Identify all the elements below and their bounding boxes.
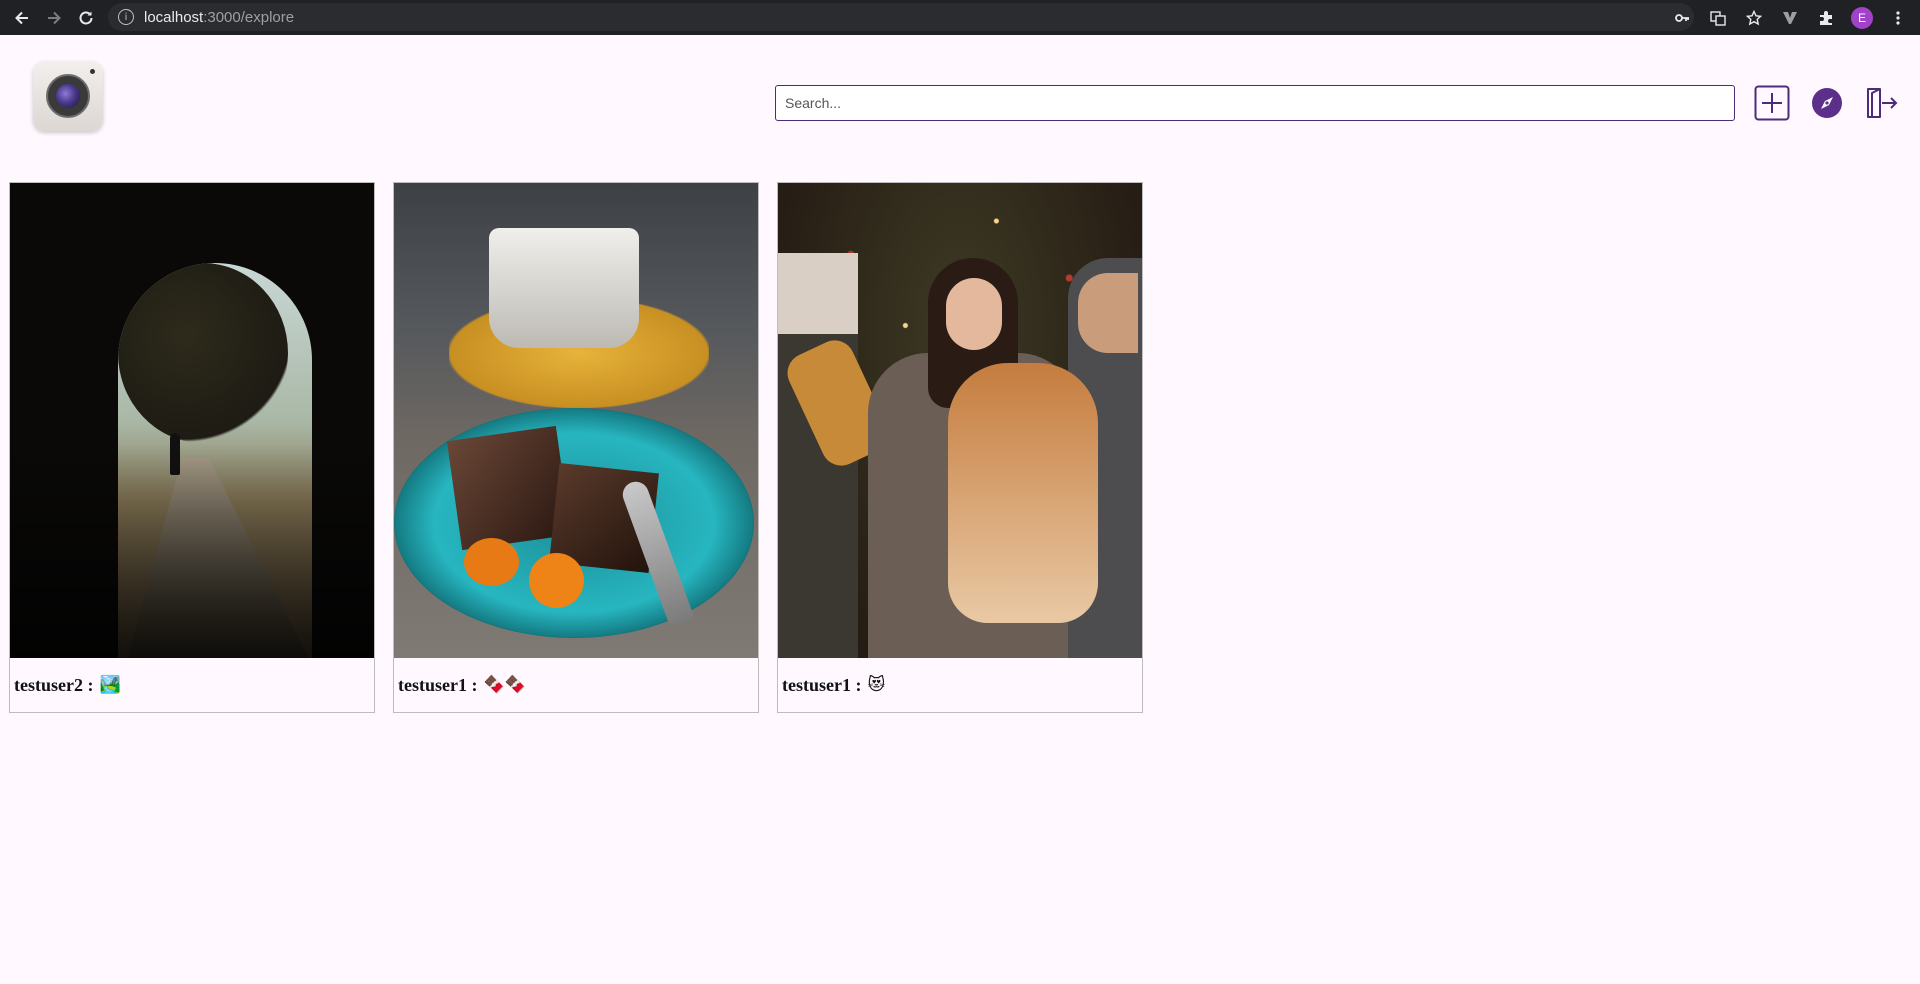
extensions-puzzle-icon[interactable] xyxy=(1810,2,1842,34)
post-card[interactable]: testuser2 : 🏞️ xyxy=(9,182,375,713)
post-username[interactable]: testuser1 xyxy=(782,675,851,696)
back-icon[interactable] xyxy=(6,2,38,34)
reload-icon[interactable] xyxy=(70,2,102,34)
search-input[interactable] xyxy=(775,85,1735,121)
profile-initial: E xyxy=(1851,6,1873,29)
post-caption: testuser1 : 🍫🍫 xyxy=(394,658,758,712)
flash-dot xyxy=(90,69,95,74)
site-info-icon[interactable]: i xyxy=(118,9,134,25)
photo-orange xyxy=(529,553,584,608)
post-username[interactable]: testuser2 xyxy=(14,675,83,696)
post-card[interactable]: testuser1 : 🍫🍫 xyxy=(393,182,759,713)
post-card[interactable]: testuser1 : 😻 xyxy=(777,182,1143,713)
photo-face xyxy=(1078,273,1138,353)
caption-separator: : xyxy=(855,674,862,695)
post-caption: testuser2 : 🏞️ xyxy=(10,658,374,712)
caption-emoji: 🏞️ xyxy=(99,675,121,695)
caption-separator: : xyxy=(87,674,94,695)
kebab-menu-icon[interactable] xyxy=(1882,2,1914,34)
post-photo[interactable] xyxy=(394,183,758,658)
photo-orange xyxy=(464,538,519,586)
app-logo-camera-icon[interactable] xyxy=(33,61,103,131)
key-icon[interactable] xyxy=(1666,2,1698,34)
explore-feed: testuser2 : 🏞️ testuser1 : 🍫🍫 testuser1 … xyxy=(9,182,1143,713)
photo-tree xyxy=(118,263,288,443)
logout-icon[interactable] xyxy=(1862,84,1900,122)
photo-shade xyxy=(10,443,374,658)
photo-face xyxy=(946,278,1002,350)
explore-compass-icon[interactable] xyxy=(1808,84,1846,122)
post-photo[interactable] xyxy=(10,183,374,658)
post-photo[interactable] xyxy=(778,183,1142,658)
url-host: localhost xyxy=(144,8,204,26)
photo-dog xyxy=(948,363,1098,623)
photo-cup xyxy=(489,228,639,348)
new-post-plus-icon[interactable] xyxy=(1753,84,1791,122)
lens-ring xyxy=(46,74,90,118)
browser-toolbar: i localhost:3000/explore E xyxy=(0,0,1920,35)
caption-emoji: 😻 xyxy=(867,675,886,695)
caption-emoji: 🍫🍫 xyxy=(483,675,526,695)
forward-icon[interactable] xyxy=(38,2,70,34)
translate-icon[interactable] xyxy=(1702,2,1734,34)
address-bar[interactable]: i localhost:3000/explore xyxy=(108,3,1694,31)
post-caption: testuser1 : 😻 xyxy=(778,658,1142,712)
post-username[interactable]: testuser1 xyxy=(398,675,467,696)
lens xyxy=(56,84,80,108)
url-text: localhost:3000/explore xyxy=(144,9,294,26)
profile-avatar[interactable]: E xyxy=(1846,2,1878,34)
bookmark-star-icon[interactable] xyxy=(1738,2,1770,34)
url-path: :3000/explore xyxy=(203,8,295,26)
caption-separator: : xyxy=(471,674,478,695)
extension-v-icon[interactable] xyxy=(1774,2,1806,34)
